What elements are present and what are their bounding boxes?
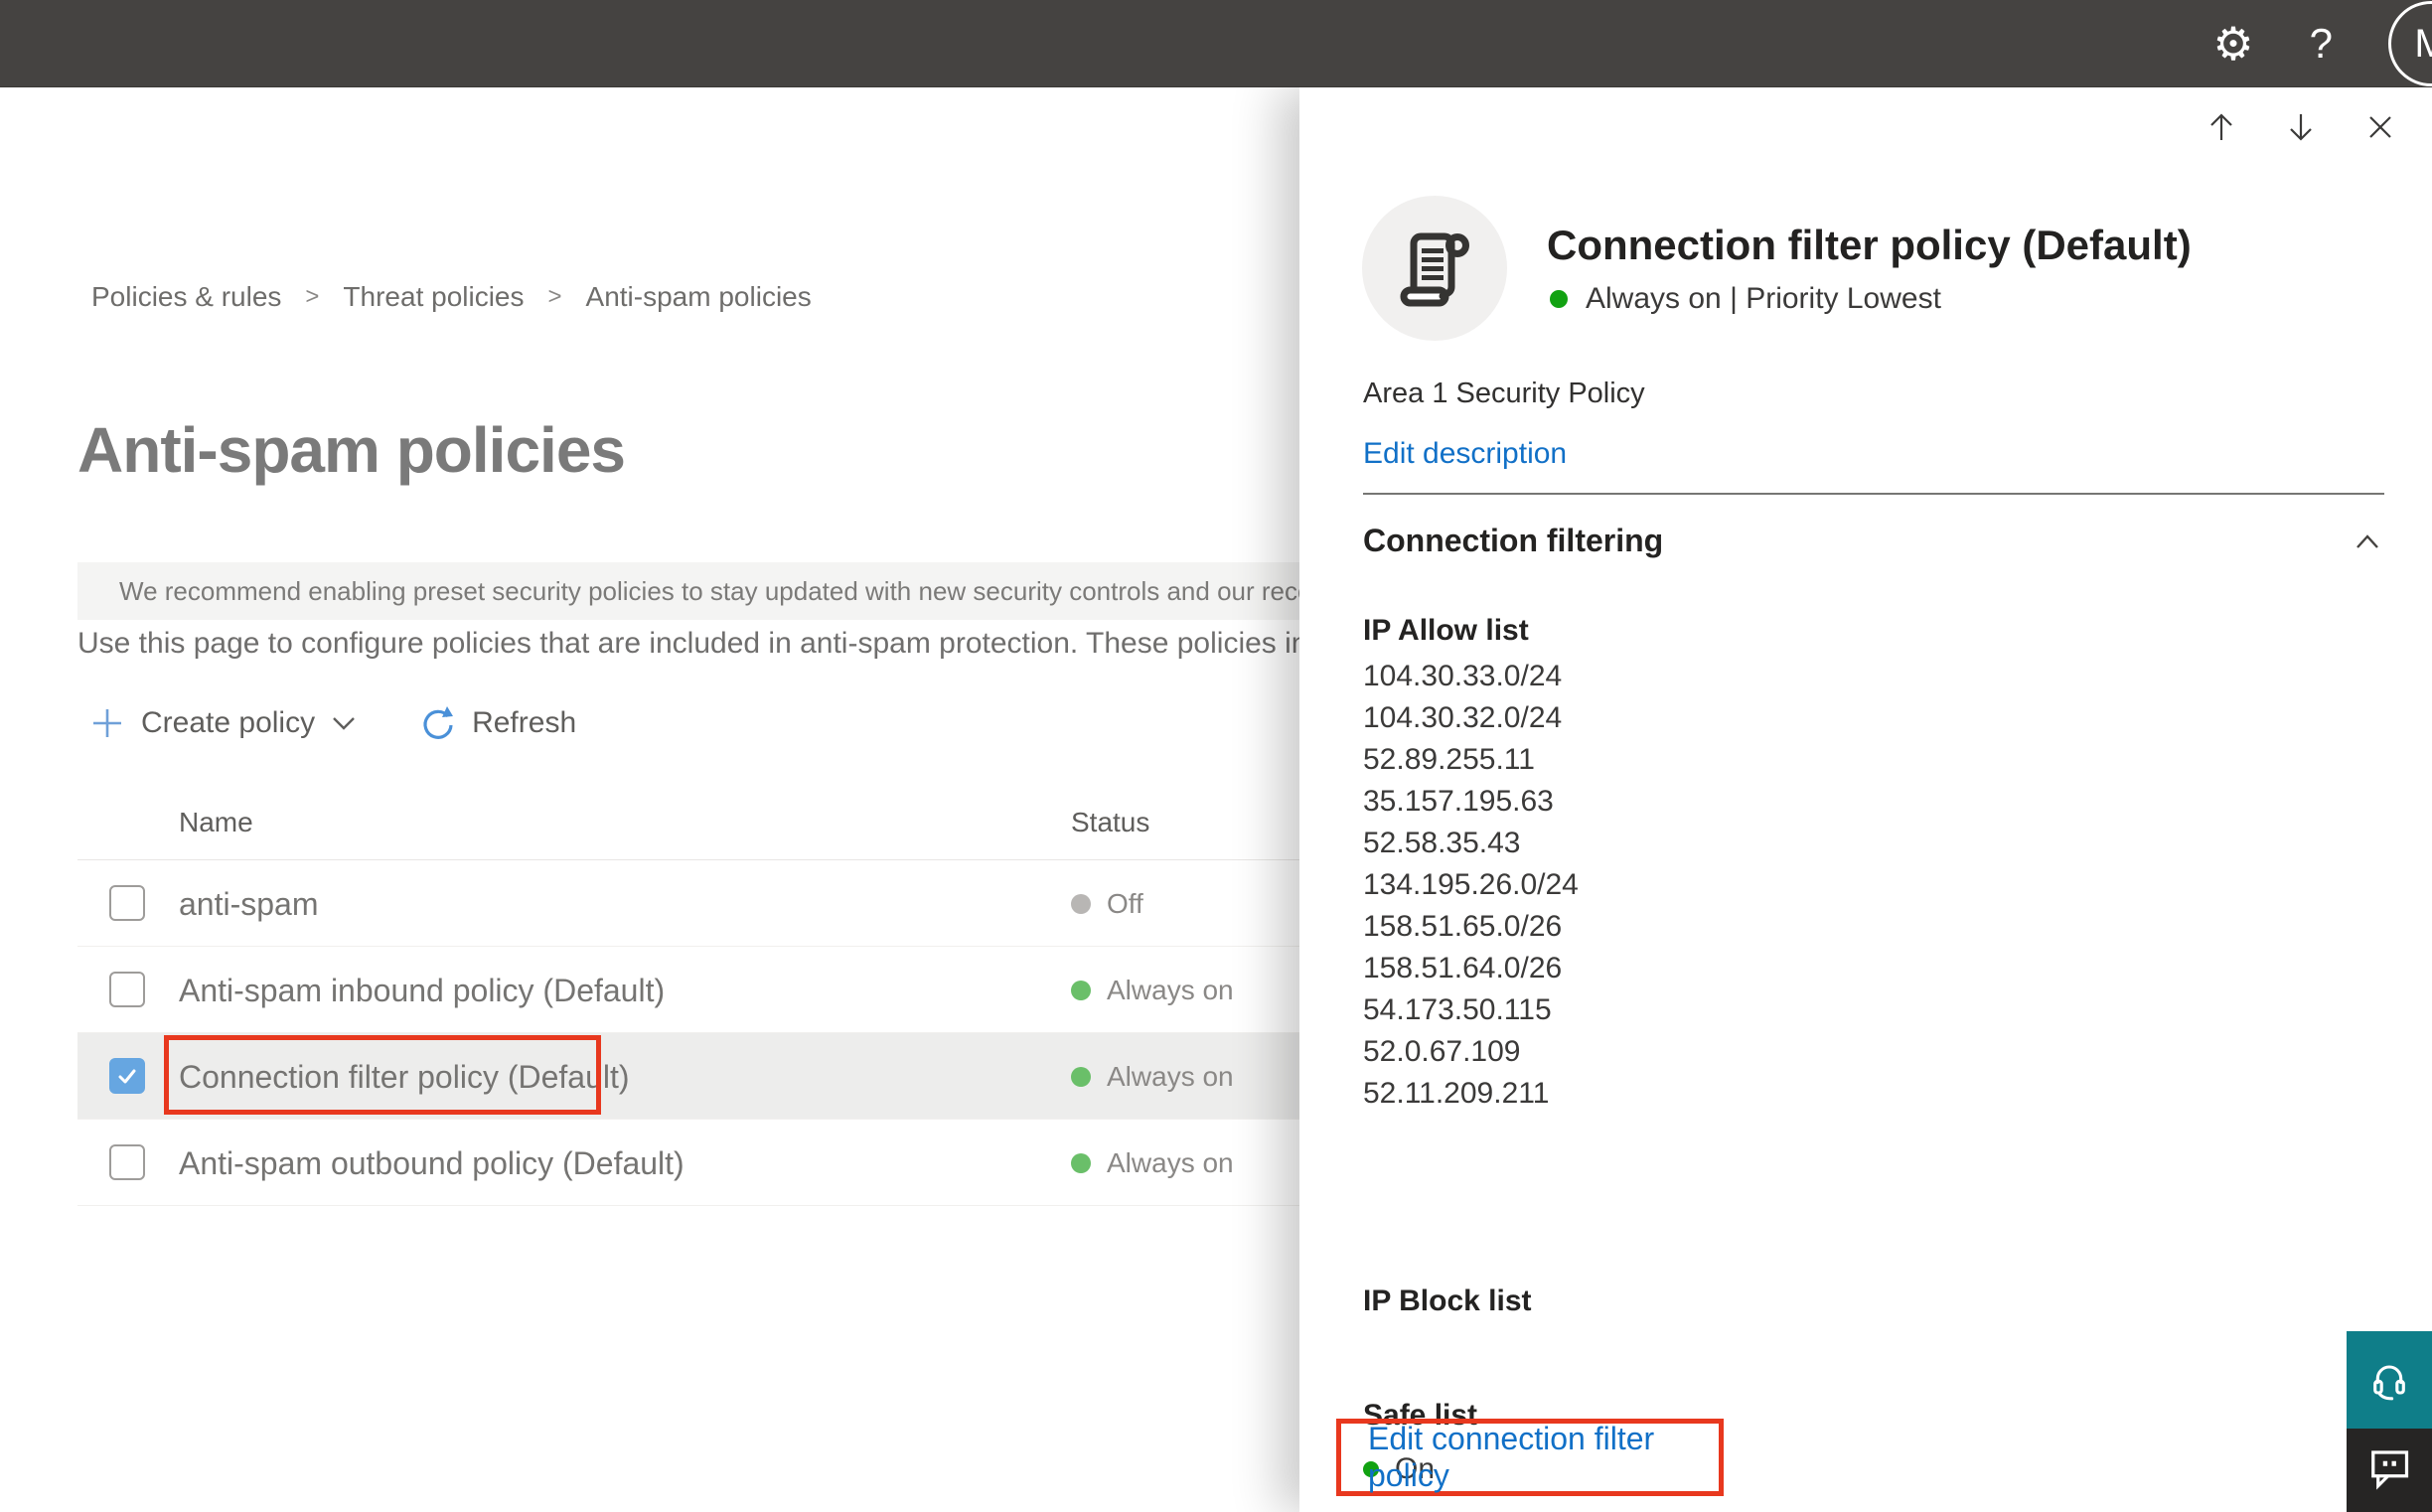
table-row-selected[interactable]: Connection filter policy (Default) Alway… [77, 1033, 1369, 1120]
ip-list-item: 52.89.255.11 [1363, 743, 1535, 776]
connection-filtering-section-header[interactable]: Connection filtering [1363, 523, 2384, 559]
chevron-right-icon: > [547, 283, 562, 310]
feedback-button[interactable] [2347, 1429, 2432, 1512]
banner-text: We recommend enabling preset security po… [119, 575, 1369, 606]
edit-description-link[interactable]: Edit description [1363, 437, 1567, 471]
table-header: Name Status [77, 789, 1369, 860]
status-dot-icon [1071, 981, 1091, 1000]
page-title: Anti-spam policies [77, 414, 626, 486]
ip-allow-list: 104.30.33.0/24 104.30.32.0/24 52.89.255.… [1363, 656, 1579, 1115]
breadcrumb: Policies & rules > Threat policies > Ant… [91, 281, 812, 313]
row-checkbox-checked[interactable] [109, 1058, 145, 1094]
ip-block-list-title: IP Block list [1363, 1285, 1532, 1317]
account-avatar[interactable]: M [2388, 1, 2432, 86]
policy-scroll-avatar [1362, 196, 1507, 341]
row-checkbox[interactable] [109, 972, 145, 1007]
policy-name[interactable]: Anti-spam outbound policy (Default) [179, 1145, 684, 1182]
row-checkbox[interactable] [109, 1144, 145, 1180]
ip-list-item: 52.11.209.211 [1363, 1077, 1550, 1110]
chevron-up-icon[interactable] [2351, 529, 2384, 554]
page-description: Use this page to configure policies that… [77, 627, 1379, 660]
toolbar: Create policy Refresh [89, 695, 576, 751]
refresh-icon [423, 706, 454, 739]
next-item-arrow-down-icon[interactable] [2283, 109, 2319, 145]
flyout-status-text: Always on | Priority Lowest [1586, 282, 1941, 315]
support-button[interactable] [2347, 1331, 2432, 1429]
policy-name[interactable]: Anti-spam inbound policy (Default) [179, 973, 665, 1009]
ip-list-item: 134.195.26.0/24 [1363, 868, 1579, 901]
policy-details-flyout: Connection filter policy (Default) Alway… [1299, 87, 2432, 1512]
table-row[interactable]: anti-spam Off [77, 860, 1369, 947]
flyout-title: Connection filter policy (Default) [1547, 222, 2192, 268]
table-row[interactable]: Anti-spam inbound policy (Default) Alway… [77, 947, 1369, 1033]
ip-list-item: 54.173.50.115 [1363, 993, 1552, 1026]
flyout-status-line: Always on | Priority Lowest [1550, 282, 1941, 316]
check-icon [118, 1069, 136, 1084]
annotation-rectangle [164, 1035, 601, 1115]
policy-status: Always on [1071, 975, 1234, 1006]
section-title: Connection filtering [1363, 523, 1664, 558]
table-row[interactable]: Anti-spam outbound policy (Default) Alwa… [77, 1120, 1369, 1206]
policy-status: Always on [1071, 1061, 1234, 1093]
ip-allow-list-title: IP Allow list [1363, 614, 1529, 647]
policy-table: Name Status anti-spam Off Anti-spam inbo… [77, 789, 1369, 1206]
refresh-button[interactable]: Refresh [418, 704, 576, 742]
ip-list-item: 104.30.33.0/24 [1363, 660, 1563, 692]
settings-gear-icon[interactable]: ⚙ [2212, 21, 2253, 67]
avatar-initial: M [2414, 21, 2432, 66]
breadcrumb-threat-policies[interactable]: Threat policies [343, 281, 524, 313]
close-icon[interactable] [2362, 109, 2398, 145]
column-header-status[interactable]: Status [1071, 807, 1149, 838]
chevron-down-icon [333, 717, 355, 730]
recommendation-banner: We recommend enabling preset security po… [77, 562, 1369, 620]
plus-icon [93, 709, 121, 737]
annotation-rectangle: Edit connection filter policy [1336, 1419, 1724, 1496]
help-icon[interactable]: ? [2310, 23, 2333, 65]
status-dot-icon [1071, 1153, 1091, 1173]
topbar-actions: ⚙ ? M [2212, 0, 2432, 87]
edit-connection-filter-policy-link[interactable]: Edit connection filter policy [1368, 1421, 1719, 1494]
status-dot-icon [1550, 290, 1568, 308]
flyout-nav [2204, 109, 2398, 145]
breadcrumb-policies-rules[interactable]: Policies & rules [91, 281, 281, 313]
feedback-bubble-icon [2371, 1450, 2409, 1490]
ip-list-item: 104.30.32.0/24 [1363, 701, 1563, 734]
create-policy-button[interactable]: Create policy [89, 705, 357, 741]
policy-status: Off [1071, 888, 1143, 920]
scroll-policy-icon [1400, 232, 1469, 307]
status-label: Always on [1107, 1147, 1234, 1178]
status-dot-icon [1071, 1067, 1091, 1087]
ip-list-item: 158.51.64.0/26 [1363, 952, 1563, 984]
status-label: Always on [1107, 1061, 1234, 1092]
ip-list-item: 52.58.35.43 [1363, 827, 1521, 859]
headset-icon [2373, 1365, 2405, 1401]
policy-name[interactable]: anti-spam [179, 886, 319, 923]
ip-list-item: 158.51.65.0/26 [1363, 910, 1563, 943]
divider [1363, 493, 2384, 495]
create-policy-label: Create policy [141, 706, 316, 739]
previous-item-arrow-up-icon[interactable] [2204, 109, 2239, 145]
breadcrumb-anti-spam-policies: Anti-spam policies [585, 281, 812, 312]
chevron-right-icon: > [305, 283, 320, 310]
status-label: Off [1107, 888, 1143, 919]
top-app-bar: ⚙ ? M [0, 0, 2432, 87]
status-label: Always on [1107, 975, 1234, 1005]
policy-status: Always on [1071, 1147, 1234, 1179]
ip-list-item: 52.0.67.109 [1363, 1035, 1521, 1068]
row-checkbox[interactable] [109, 885, 145, 921]
refresh-label: Refresh [472, 706, 577, 739]
policy-description: Area 1 Security Policy [1363, 378, 1645, 409]
ip-list-item: 35.157.195.63 [1363, 785, 1554, 818]
column-header-name[interactable]: Name [179, 807, 253, 838]
status-dot-icon [1071, 894, 1091, 914]
